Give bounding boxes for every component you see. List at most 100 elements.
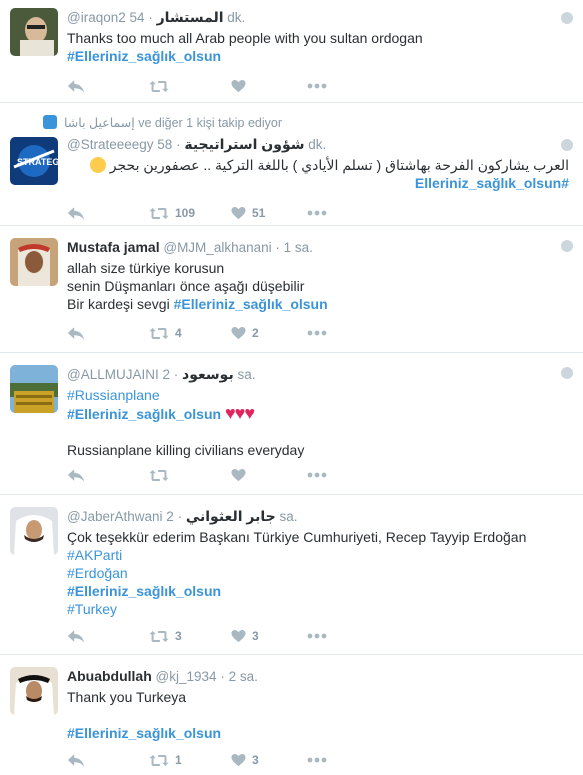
tweet-header: Mustafa jamal @MJM_alkhanani · 1 sa. — [67, 238, 569, 257]
timestamp[interactable]: 2 sa. — [229, 669, 258, 684]
tweet-text: Thank you Turkeya #Elleriniz_sağlık_olsu… — [67, 688, 569, 742]
user-handle[interactable]: @iraqon2 — [67, 10, 126, 25]
reply-icon — [67, 206, 85, 221]
user-name[interactable]: شؤون استراتيجية — [184, 136, 304, 152]
more-icon — [307, 633, 327, 639]
retweet-button[interactable]: 1 — [149, 751, 182, 769]
user-name[interactable]: المستشار — [157, 9, 224, 25]
avatar[interactable] — [10, 507, 58, 555]
separator-dot: · — [275, 240, 280, 255]
follow-icon — [43, 115, 57, 129]
hearts-emoji-icon: ♥♥♥ — [224, 403, 255, 423]
hashtag-link[interactable]: #Elleriniz_sağlık_olsun — [67, 174, 569, 192]
more-icon — [307, 330, 327, 336]
reply-icon — [67, 326, 85, 341]
tweet-header: @ALLMUJAINI بوسعود · 2 sa. — [67, 365, 569, 384]
tweet[interactable]: @iraqon2 المستشار · 54 dk. Thanks too mu… — [0, 0, 583, 103]
like-count: 3 — [252, 629, 259, 643]
more-icon — [307, 83, 327, 89]
reply-button[interactable] — [67, 204, 85, 222]
reply-icon — [67, 753, 85, 768]
like-button[interactable]: 2 — [231, 324, 259, 342]
hashtag-link[interactable]: #Elleriniz_sağlık_olsun — [67, 406, 221, 422]
avatar[interactable] — [10, 8, 58, 56]
reply-button[interactable] — [67, 466, 85, 484]
like-button[interactable]: 3 — [231, 627, 259, 645]
retweet-button[interactable]: 3 — [149, 627, 182, 645]
tweet-header: @Strateeeegy شؤون استراتيجية · 58 dk. — [67, 135, 569, 154]
globe-icon — [561, 12, 573, 24]
tweet-text: allah size türkiye korusun senin Düşmanl… — [67, 259, 569, 313]
tweet[interactable]: Abuabdullah @kj_1934 · 2 sa. Thank you T… — [0, 655, 583, 775]
hashtag-link[interactable]: #AKParti — [67, 546, 569, 564]
user-handle[interactable]: @Strateeeegy — [67, 137, 154, 152]
like-button[interactable] — [231, 466, 246, 484]
tweet-header: Abuabdullah @kj_1934 · 2 sa. — [67, 667, 569, 686]
retweet-button[interactable] — [149, 466, 169, 484]
separator-dot: · — [220, 669, 225, 684]
retweet-button[interactable]: 4 — [149, 324, 182, 342]
hashtag-link[interactable]: #Elleriniz_sağlık_olsun — [67, 582, 569, 600]
user-name[interactable]: بوسعود — [182, 366, 234, 382]
avatar[interactable] — [10, 667, 58, 715]
more-button[interactable] — [307, 204, 327, 222]
retweet-button[interactable]: 109 — [149, 204, 195, 222]
hashtag-link[interactable]: #Erdoğan — [67, 564, 569, 582]
wink-emoji-icon — [89, 157, 106, 173]
tweet-line: Russianplane killing civilians everyday — [67, 442, 305, 458]
timestamp[interactable]: 1 sa. — [284, 240, 313, 255]
user-handle[interactable]: @JaberAthwani — [67, 509, 163, 524]
hashtag-link[interactable]: #Russianplane — [67, 386, 569, 404]
retweet-icon — [149, 630, 169, 643]
reply-button[interactable] — [67, 627, 85, 645]
hashtag-link[interactable]: #Elleriniz_sağlık_olsun — [174, 296, 328, 312]
retweet-icon — [149, 80, 169, 93]
hashtag-link[interactable]: #Elleriniz_sağlık_olsun — [67, 724, 569, 742]
like-count: 3 — [252, 753, 259, 767]
follow-context[interactable]: إسماعيل باشا ve diğer 1 kişi takip ediyo… — [64, 115, 282, 130]
tweet-text: #Russianplane #Elleriniz_sağlık_olsun ♥♥… — [67, 386, 569, 459]
more-button[interactable] — [307, 324, 327, 342]
user-name[interactable]: Abuabdullah — [67, 668, 152, 684]
tweet[interactable]: Mustafa jamal @MJM_alkhanani · 1 sa. all… — [0, 226, 583, 353]
heart-icon — [231, 753, 246, 767]
user-handle[interactable]: @kj_1934 — [156, 669, 217, 684]
retweet-icon — [149, 754, 169, 767]
user-handle[interactable]: @MJM_alkhanani — [163, 240, 271, 255]
more-button[interactable] — [307, 77, 327, 95]
retweet-icon — [149, 327, 169, 340]
tweet-line: Thanks too much all Arab people with you… — [67, 30, 423, 46]
more-button[interactable] — [307, 751, 327, 769]
reply-icon — [67, 629, 85, 644]
tweet-line: allah size türkiye korusun — [67, 260, 225, 276]
reply-icon — [67, 468, 85, 483]
retweet-count: 1 — [175, 753, 182, 767]
like-button[interactable]: 51 — [231, 204, 265, 222]
avatar[interactable] — [10, 238, 58, 286]
user-handle[interactable]: @ALLMUJAINI — [67, 367, 159, 382]
more-button[interactable] — [307, 627, 327, 645]
hashtag-link[interactable]: #Elleriniz_sağlık_olsun — [67, 47, 569, 65]
heart-icon — [231, 629, 246, 643]
retweet-button[interactable] — [149, 77, 169, 95]
reply-button[interactable] — [67, 77, 85, 95]
like-button[interactable] — [231, 77, 246, 95]
hashtag-link[interactable]: #Turkey — [67, 600, 569, 618]
tweet[interactable]: @JaberAthwani جابر العثواني · 2 sa. Çok … — [0, 495, 583, 655]
avatar[interactable] — [10, 365, 58, 413]
tweet[interactable]: إسماعيل باشا ve diğer 1 kişi takip ediyo… — [0, 103, 583, 226]
more-button[interactable] — [307, 466, 327, 484]
tweet[interactable]: @ALLMUJAINI بوسعود · 2 sa. #Russianplane… — [0, 353, 583, 495]
like-button[interactable]: 3 — [231, 751, 259, 769]
avatar[interactable]: STRATEG — [10, 137, 58, 185]
svg-text:STRATEG: STRATEG — [17, 157, 58, 167]
reply-button[interactable] — [67, 324, 85, 342]
reply-button[interactable] — [67, 751, 85, 769]
reply-icon — [67, 79, 85, 94]
like-count: 2 — [252, 326, 259, 340]
user-name[interactable]: Mustafa jamal — [67, 239, 160, 255]
user-name[interactable]: جابر العثواني — [186, 508, 276, 524]
separator-dot: · — [177, 509, 183, 524]
